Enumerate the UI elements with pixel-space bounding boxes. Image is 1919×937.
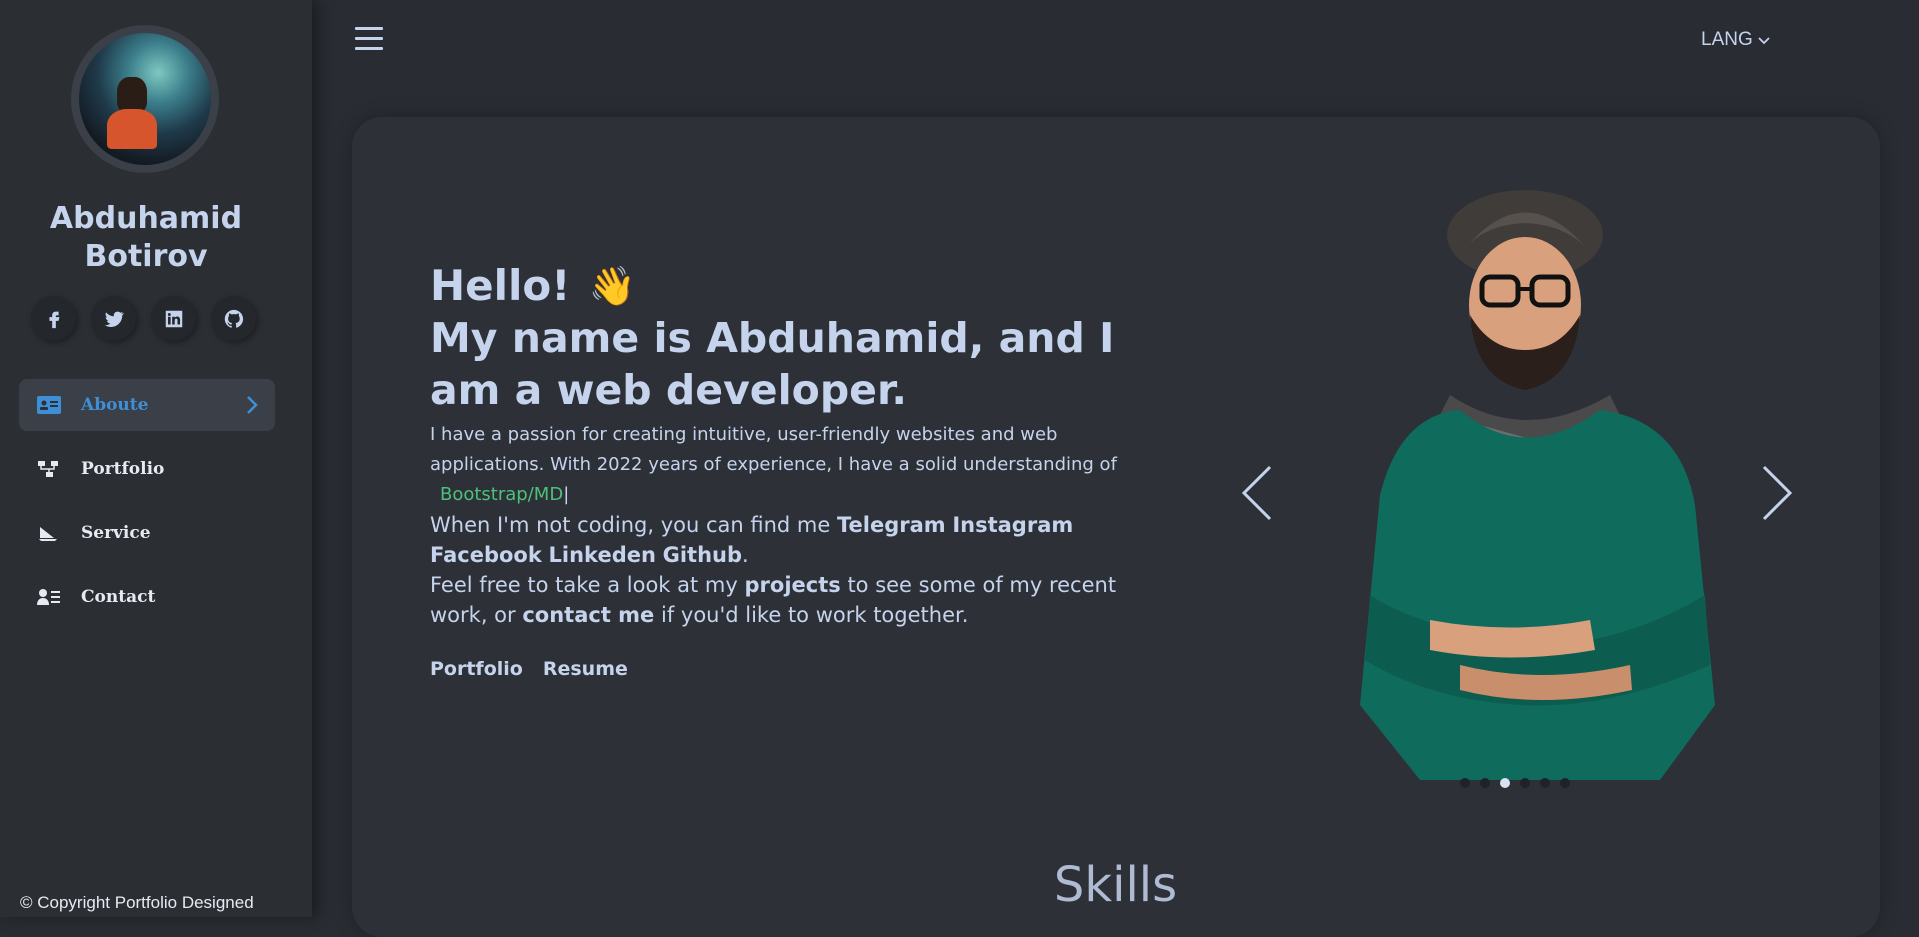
- carousel-dot[interactable]: [1560, 778, 1570, 788]
- sail-icon: [37, 523, 61, 543]
- link-instagram[interactable]: Instagram: [952, 513, 1073, 537]
- theme-toggle-button[interactable]: [1812, 22, 1844, 56]
- carousel-dot[interactable]: [1480, 778, 1490, 788]
- contact-me-link[interactable]: contact me: [522, 603, 654, 627]
- menu-toggle-button[interactable]: [355, 27, 383, 51]
- sidebar-item-label: Contact: [81, 587, 156, 607]
- cta-prefix: Feel free to take a look at my: [430, 573, 738, 597]
- language-label: LANG: [1701, 29, 1753, 50]
- carousel: [1240, 165, 1800, 805]
- carousel-slide-image: [1360, 190, 1715, 780]
- hello-text: Hello!: [430, 261, 571, 310]
- sidebar-item-about[interactable]: Aboute: [19, 379, 275, 431]
- moon-icon: [1818, 25, 1832, 53]
- carousel-dot[interactable]: [1500, 778, 1510, 788]
- headline: My name is Abduhamid, and I am a web dev…: [430, 314, 1115, 414]
- linkedin-button[interactable]: [151, 296, 196, 341]
- hero-buttons: Portfolio Resume: [430, 658, 1170, 680]
- twitter-button[interactable]: [91, 296, 136, 341]
- avatar: [71, 25, 219, 173]
- social-links: [31, 296, 256, 341]
- chevron-left-icon: [1241, 465, 1272, 521]
- last-name: Botirov: [84, 239, 208, 274]
- portfolio-button[interactable]: Portfolio: [430, 658, 523, 680]
- social-paragraph: When I'm not coding, you can find me Tel…: [430, 510, 1170, 570]
- contact-list-icon: [37, 587, 61, 607]
- intro-text: I have a passion for creating intuitive,…: [430, 424, 1117, 475]
- sidebar-item-portfolio[interactable]: Portfolio: [19, 443, 275, 495]
- facebook-button[interactable]: [31, 296, 76, 341]
- sidebar-item-label: Service: [81, 523, 151, 543]
- language-selector[interactable]: LANG: [1701, 29, 1770, 51]
- github-icon: [224, 309, 243, 328]
- projects-link[interactable]: projects: [745, 573, 841, 597]
- cta-suffix: if you'd like to work together.: [661, 603, 969, 627]
- intro-paragraph: I have a passion for creating intuitive,…: [430, 420, 1170, 510]
- twitter-icon: [104, 311, 124, 327]
- github-button[interactable]: [211, 296, 256, 341]
- carousel-dot[interactable]: [1520, 778, 1530, 788]
- linkedin-icon: [165, 310, 182, 327]
- social-suffix: .: [742, 543, 749, 567]
- link-linkedin[interactable]: Linkeden: [549, 543, 656, 567]
- sidebar-nav: Aboute Portfolio Service Contact: [19, 379, 275, 635]
- typed-tech-text: Bootstrap/MD: [440, 484, 564, 505]
- link-facebook[interactable]: Facebook: [430, 543, 542, 567]
- cta-paragraph: Feel free to take a look at my projects …: [430, 570, 1170, 630]
- hello-heading: Hello! 👋: [430, 260, 1170, 312]
- carousel-next-button[interactable]: [1760, 463, 1794, 523]
- facebook-icon: [48, 311, 59, 328]
- id-card-icon: [37, 395, 61, 415]
- social-prefix: When I'm not coding, you can find me: [430, 513, 831, 537]
- sidebar: Abduhamid Botirov Aboute Portfolio Servi…: [0, 0, 312, 917]
- hamburger-icon: [355, 27, 383, 30]
- sidebar-item-label: Portfolio: [81, 459, 165, 479]
- sidebar-item-contact[interactable]: Contact: [19, 571, 275, 623]
- resume-button[interactable]: Resume: [543, 658, 628, 680]
- sidebar-item-label: Aboute: [81, 395, 149, 415]
- chevron-down-icon: [1758, 37, 1770, 45]
- carousel-dot[interactable]: [1460, 778, 1470, 788]
- carousel-dot[interactable]: [1540, 778, 1550, 788]
- waving-hand-icon: 👋: [588, 264, 636, 308]
- chevron-right-icon: [1762, 465, 1793, 521]
- sidebar-item-service[interactable]: Service: [19, 507, 275, 559]
- link-telegram[interactable]: Telegram: [837, 513, 946, 537]
- carousel-indicators: [1460, 778, 1570, 788]
- carousel-prev-button[interactable]: [1240, 463, 1274, 523]
- typing-cursor: |: [563, 484, 570, 505]
- profile-photo: [79, 33, 211, 165]
- profile-name: Abduhamid Botirov: [0, 200, 292, 276]
- first-name: Abduhamid: [49, 201, 243, 236]
- link-github[interactable]: Github: [663, 543, 742, 567]
- hero-section: Hello! 👋 My name is Abduhamid, and I am …: [430, 260, 1170, 680]
- sitemap-icon: [37, 459, 61, 479]
- skills-heading: Skills: [1053, 857, 1178, 913]
- chevron-right-icon: [245, 395, 259, 420]
